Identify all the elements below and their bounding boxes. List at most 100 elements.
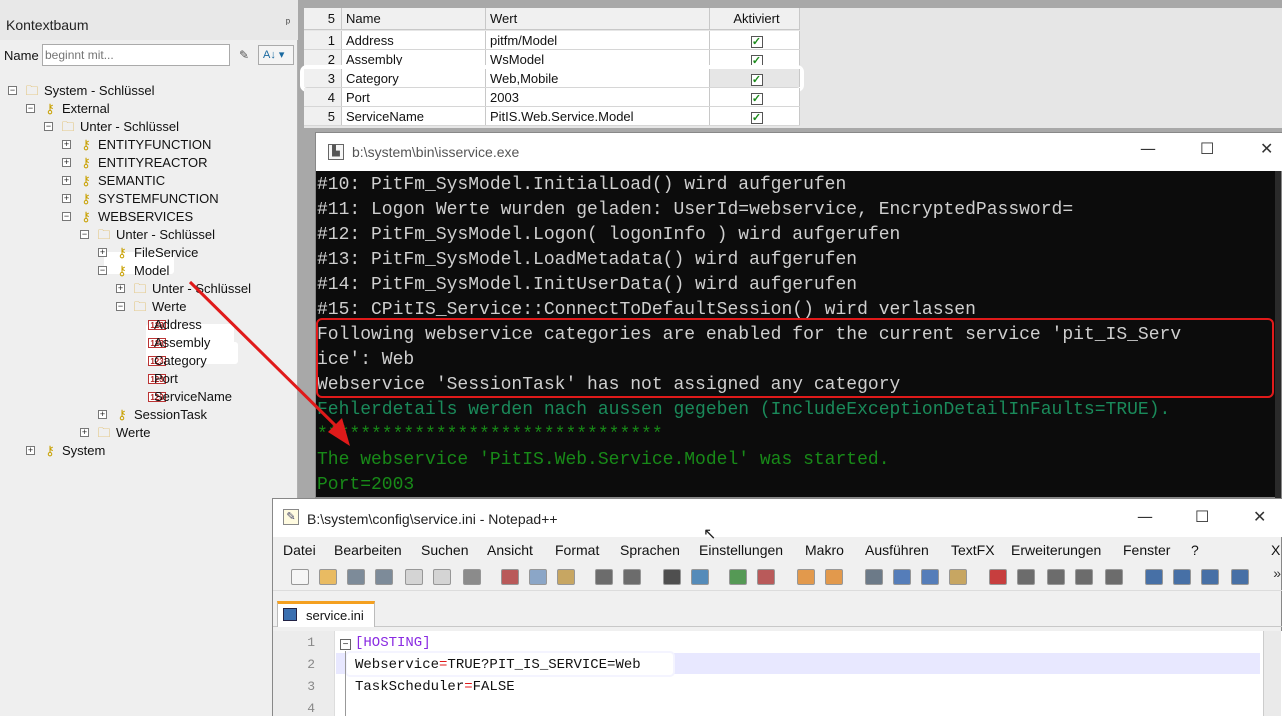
cell-value[interactable]: pitfm/Model bbox=[486, 31, 710, 49]
cell-name[interactable]: Assembly bbox=[342, 50, 486, 68]
cell-value[interactable]: PitIS.Web.Service.Model bbox=[486, 107, 710, 125]
close-button[interactable]: ✕ bbox=[1253, 507, 1266, 526]
cell-value[interactable]: Web,Mobile bbox=[486, 69, 710, 87]
sync-h-icon[interactable] bbox=[825, 569, 843, 585]
up-icon[interactable] bbox=[1173, 569, 1191, 585]
find-icon[interactable] bbox=[663, 569, 681, 585]
save-all-icon[interactable] bbox=[375, 569, 393, 585]
sync-v-icon[interactable] bbox=[797, 569, 815, 585]
collapse-icon[interactable]: − bbox=[44, 122, 53, 131]
table-row[interactable]: 2 Assembly WsModel ✓ bbox=[304, 50, 800, 69]
editor-scrollbar[interactable] bbox=[1263, 631, 1281, 716]
close-all-icon[interactable] bbox=[433, 569, 451, 585]
expand-icon[interactable]: + bbox=[116, 284, 125, 293]
menu-item[interactable]: Makro bbox=[805, 542, 844, 558]
menu-item[interactable]: TextFX bbox=[951, 542, 995, 558]
table-row[interactable]: 4 Port 2003 ✓ bbox=[304, 88, 800, 107]
print-icon[interactable] bbox=[463, 569, 481, 585]
wrap-icon[interactable] bbox=[865, 569, 883, 585]
activated-checkbox[interactable]: ✓ bbox=[750, 36, 763, 48]
cell-value[interactable]: WsModel bbox=[486, 50, 710, 68]
doc-map-icon[interactable] bbox=[949, 569, 967, 585]
menu-item[interactable]: Fenster bbox=[1123, 542, 1170, 558]
menu-item[interactable]: Datei bbox=[283, 542, 316, 558]
cell-name[interactable]: ServiceName bbox=[342, 107, 486, 125]
expand-icon[interactable]: + bbox=[62, 140, 71, 149]
top-icon[interactable] bbox=[1145, 569, 1163, 585]
activated-checkbox[interactable]: ✓ bbox=[750, 55, 763, 67]
expand-icon[interactable]: + bbox=[98, 410, 107, 419]
menu-item[interactable]: Format bbox=[555, 542, 599, 558]
collapse-icon[interactable]: − bbox=[8, 86, 17, 95]
header-name[interactable]: Name bbox=[342, 8, 486, 29]
maximize-button[interactable]: ☐ bbox=[1195, 507, 1209, 526]
name-search-input[interactable] bbox=[42, 44, 230, 66]
minimize-button[interactable]: — bbox=[1140, 139, 1156, 158]
collapse-icon[interactable]: − bbox=[26, 104, 35, 113]
stop-icon[interactable] bbox=[1017, 569, 1035, 585]
table-row[interactable]: 1 Address pitfm/Model ✓ bbox=[304, 31, 800, 50]
table-row[interactable]: 3 Category Web,Mobile ✓ bbox=[304, 69, 800, 88]
undo-icon[interactable] bbox=[595, 569, 613, 585]
menu-item[interactable]: Ausführen bbox=[865, 542, 929, 558]
table-row[interactable]: 5 ServiceName PitIS.Web.Service.Model ✓ bbox=[304, 107, 800, 126]
expand-icon[interactable]: + bbox=[62, 176, 71, 185]
cell-name[interactable]: Port bbox=[342, 88, 486, 106]
cut-icon[interactable] bbox=[501, 569, 519, 585]
collapse-icon[interactable]: − bbox=[98, 266, 107, 275]
clear-filter-icon[interactable]: ✎ bbox=[234, 45, 254, 65]
expand-icon[interactable]: + bbox=[80, 428, 89, 437]
zoom-out-icon[interactable] bbox=[757, 569, 775, 585]
expand-icon[interactable]: + bbox=[62, 158, 71, 167]
bottom-icon[interactable] bbox=[1231, 569, 1249, 585]
activated-checkbox[interactable]: ✓ bbox=[750, 74, 763, 86]
menu-item[interactable]: ? bbox=[1191, 542, 1199, 558]
menu-item[interactable]: Erweiterungen bbox=[1011, 542, 1101, 558]
open-file-icon[interactable] bbox=[319, 569, 337, 585]
down-icon[interactable] bbox=[1201, 569, 1219, 585]
header-activated[interactable]: Aktiviert bbox=[710, 8, 800, 29]
play-icon[interactable] bbox=[1047, 569, 1065, 585]
collapse-icon[interactable]: − bbox=[116, 302, 125, 311]
save-icon[interactable] bbox=[347, 569, 365, 585]
pin-icon[interactable]: ᵖ bbox=[286, 17, 290, 29]
menu-item[interactable]: Einstellungen bbox=[699, 542, 783, 558]
menu-item[interactable]: Suchen bbox=[421, 542, 468, 558]
tab-service-ini[interactable]: service.ini bbox=[277, 601, 375, 627]
new-file-icon[interactable] bbox=[291, 569, 309, 585]
menu-item[interactable]: Ansicht bbox=[487, 542, 533, 558]
sort-dropdown-button[interactable]: A↓ ▾ bbox=[258, 45, 294, 65]
expand-icon[interactable]: + bbox=[98, 248, 107, 257]
save-macro-icon[interactable] bbox=[1105, 569, 1123, 585]
activated-checkbox[interactable]: ✓ bbox=[750, 93, 763, 105]
close-icon[interactable] bbox=[405, 569, 423, 585]
collapse-icon[interactable]: − bbox=[80, 230, 89, 239]
menu-item[interactable]: Sprachen bbox=[620, 542, 680, 558]
indent-guide-icon[interactable] bbox=[921, 569, 939, 585]
play-multi-icon[interactable] bbox=[1075, 569, 1093, 585]
menu-item[interactable]: Bearbeiten bbox=[334, 542, 402, 558]
maximize-button[interactable]: ☐ bbox=[1200, 139, 1214, 158]
toolbar-overflow-icon[interactable]: » bbox=[1273, 565, 1281, 581]
header-value[interactable]: Wert bbox=[486, 8, 710, 29]
pilcrow-icon[interactable] bbox=[893, 569, 911, 585]
copy-icon[interactable] bbox=[529, 569, 547, 585]
expand-icon[interactable]: + bbox=[62, 194, 71, 203]
cell-name[interactable]: Address bbox=[342, 31, 486, 49]
console-scrollbar[interactable] bbox=[1275, 171, 1281, 498]
code-editor[interactable]: 1234 − [HOSTING] Webservice=TRUE?PIT_IS_S… bbox=[273, 631, 1282, 716]
zoom-in-icon[interactable] bbox=[729, 569, 747, 585]
fold-toggle-icon[interactable]: − bbox=[340, 639, 351, 650]
activated-checkbox[interactable]: ✓ bbox=[750, 112, 763, 124]
paste-icon[interactable] bbox=[557, 569, 575, 585]
cell-name[interactable]: Category bbox=[342, 69, 486, 87]
replace-icon[interactable] bbox=[691, 569, 709, 585]
menu-item[interactable]: X bbox=[1271, 542, 1280, 558]
expand-icon[interactable]: + bbox=[26, 446, 35, 455]
record-icon[interactable] bbox=[989, 569, 1007, 585]
close-button[interactable]: ✕ bbox=[1260, 139, 1273, 158]
collapse-icon[interactable]: − bbox=[62, 212, 71, 221]
redo-icon[interactable] bbox=[623, 569, 641, 585]
cell-value[interactable]: 2003 bbox=[486, 88, 710, 106]
minimize-button[interactable]: — bbox=[1137, 507, 1153, 526]
